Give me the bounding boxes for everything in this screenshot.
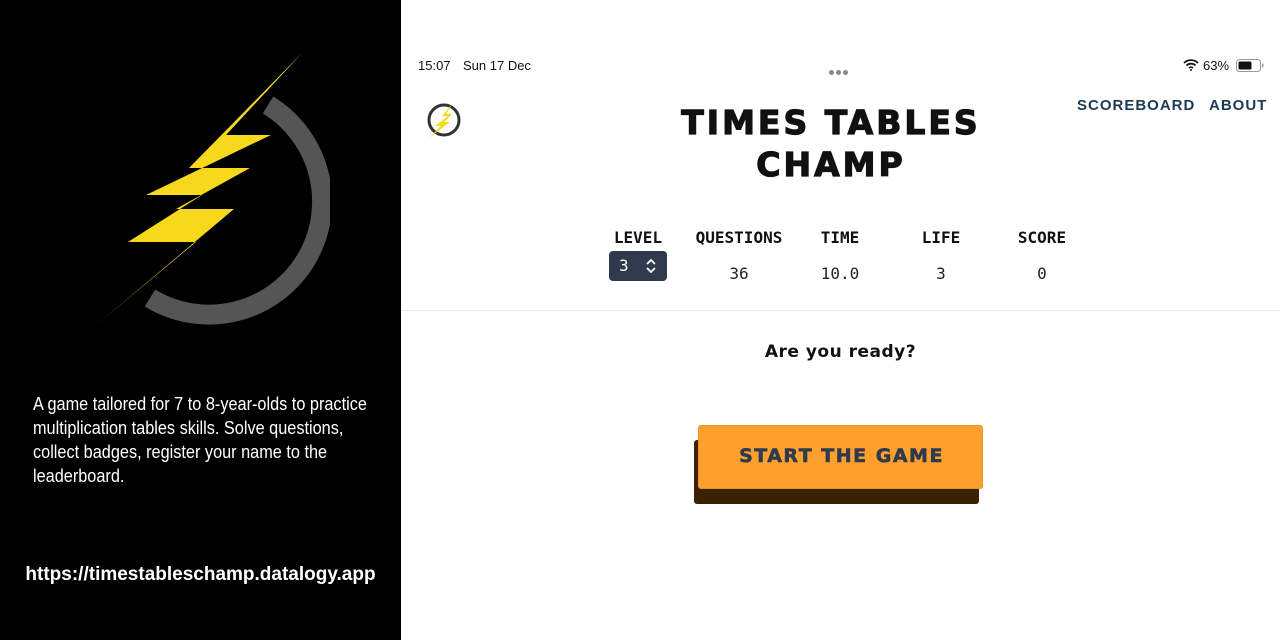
nav-scoreboard[interactable]: SCOREBOARD — [1077, 97, 1195, 114]
battery-percentage: 63% — [1203, 58, 1230, 73]
stat-life: LIFE 3 — [886, 228, 996, 283]
lightning-bolt-icon — [95, 52, 330, 326]
stat-questions-label: QUESTIONS — [695, 228, 783, 247]
promo-panel: A game tailored for 7 to 8-year-olds to … — [0, 0, 401, 640]
app-logo-icon[interactable] — [425, 100, 463, 140]
title-line-1: TIMES TABLES — [681, 102, 981, 142]
stat-score: SCORE 0 — [987, 228, 1097, 283]
title-line-2: CHAMP — [756, 144, 906, 184]
promo-url: https://timestableschamp.datalogy.app — [25, 564, 376, 585]
stat-life-value: 3 — [936, 264, 946, 283]
stat-time: TIME 10.0 — [785, 228, 895, 283]
status-bar: 15:07 Sun 17 Dec 63% — [401, 56, 1280, 76]
start-game-label: START THE GAME — [739, 445, 944, 468]
stat-score-label: SCORE — [1017, 228, 1067, 247]
page-title: TIMES TABLES CHAMP — [631, 102, 1031, 186]
stat-level: LEVEL — [583, 228, 693, 250]
status-time: 15:07 — [418, 58, 451, 73]
stat-questions-value: 36 — [729, 264, 749, 283]
stat-level-label: LEVEL — [613, 228, 663, 247]
stat-life-label: LIFE — [921, 228, 961, 247]
start-game-button[interactable]: START THE GAME — [698, 425, 983, 489]
promo-description: A game tailored for 7 to 8-year-olds to … — [33, 393, 367, 486]
stat-time-value: 10.0 — [820, 264, 860, 283]
app-screen: 15:07 Sun 17 Dec 63% TIMES TABLES CHAMP … — [401, 0, 1280, 640]
nav-about[interactable]: ABOUT — [1209, 97, 1267, 114]
divider — [401, 310, 1280, 311]
status-date: Sun 17 Dec — [463, 58, 531, 73]
stats-bar: LEVEL 3 QUESTIONS 36 TIME 10.0 LIFE 3 SC… — [401, 228, 1280, 288]
level-select-value: 3 — [619, 256, 629, 275]
level-select[interactable]: 3 — [609, 251, 667, 281]
stat-score-value: 0 — [1037, 264, 1047, 283]
multitask-dots-icon[interactable] — [829, 63, 853, 75]
stat-time-label: TIME — [820, 228, 860, 247]
chevron-up-down-icon — [646, 258, 656, 274]
battery-icon — [1236, 59, 1264, 72]
wifi-icon — [1183, 59, 1199, 71]
ready-prompt: Are you ready? — [764, 342, 917, 362]
stat-questions: QUESTIONS 36 — [684, 228, 794, 283]
